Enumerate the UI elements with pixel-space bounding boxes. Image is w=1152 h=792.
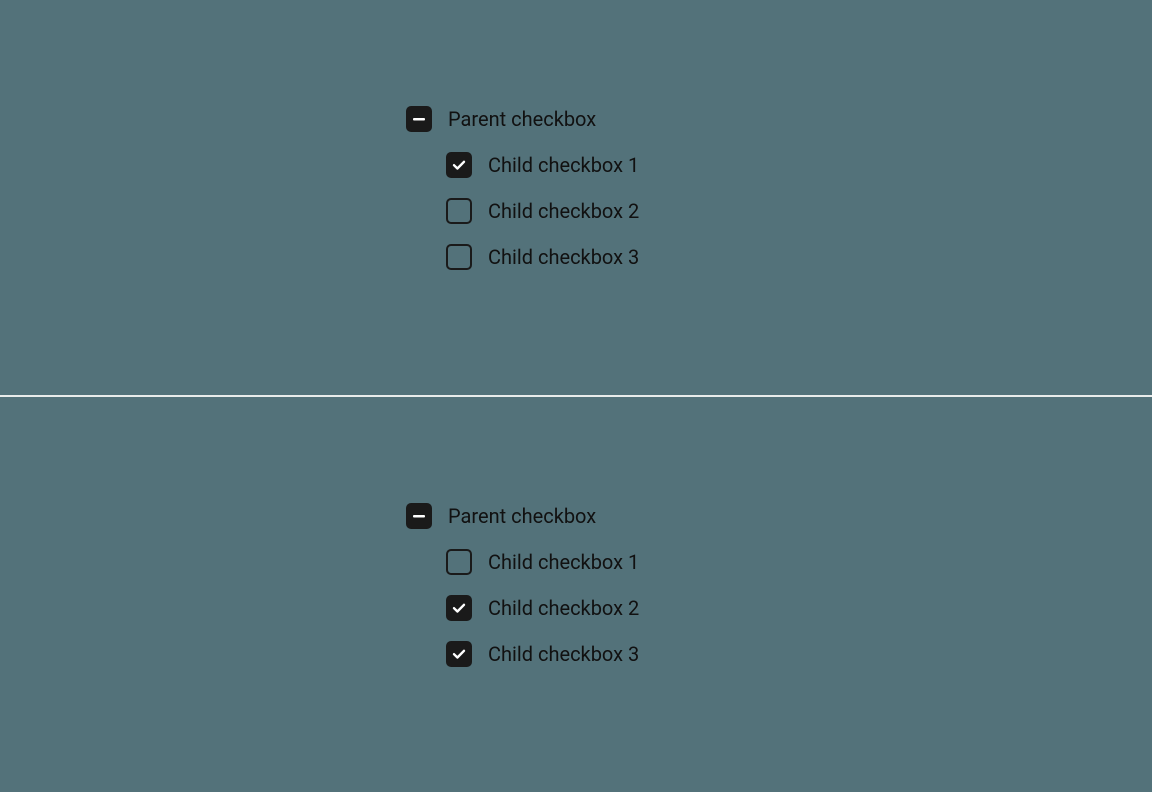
example-panel-1: Parent checkbox Child checkbox 1 Child c…	[0, 0, 1152, 395]
parent-checkbox-row: Parent checkbox	[406, 503, 639, 529]
child-checkbox-row: Child checkbox 1	[446, 549, 639, 575]
checkbox-group-1: Parent checkbox Child checkbox 1 Child c…	[406, 106, 639, 270]
parent-checkbox[interactable]	[406, 503, 432, 529]
child-checkbox-label: Child checkbox 1	[488, 552, 639, 572]
check-icon	[451, 157, 467, 173]
child-checkbox-label: Child checkbox 2	[488, 598, 639, 618]
child-checkbox-2[interactable]	[446, 595, 472, 621]
child-checkbox-1[interactable]	[446, 152, 472, 178]
parent-checkbox-label: Parent checkbox	[448, 109, 596, 129]
child-checkbox-label: Child checkbox 1	[488, 155, 639, 175]
child-checkbox-list: Child checkbox 1 Child checkbox 2 Child …	[446, 152, 639, 270]
child-checkbox-1[interactable]	[446, 549, 472, 575]
checkbox-group-2: Parent checkbox Child checkbox 1 Child c…	[406, 503, 639, 667]
child-checkbox-row: Child checkbox 3	[446, 641, 639, 667]
child-checkbox-2[interactable]	[446, 198, 472, 224]
check-icon	[451, 600, 467, 616]
example-panel-2: Parent checkbox Child checkbox 1 Child c…	[0, 397, 1152, 792]
child-checkbox-row: Child checkbox 1	[446, 152, 639, 178]
check-icon	[451, 646, 467, 662]
child-checkbox-row: Child checkbox 2	[446, 198, 639, 224]
child-checkbox-3[interactable]	[446, 641, 472, 667]
child-checkbox-row: Child checkbox 3	[446, 244, 639, 270]
child-checkbox-row: Child checkbox 2	[446, 595, 639, 621]
parent-checkbox-label: Parent checkbox	[448, 506, 596, 526]
minus-icon	[412, 509, 426, 523]
child-checkbox-label: Child checkbox 3	[488, 644, 639, 664]
parent-checkbox[interactable]	[406, 106, 432, 132]
child-checkbox-label: Child checkbox 3	[488, 247, 639, 267]
parent-checkbox-row: Parent checkbox	[406, 106, 639, 132]
child-checkbox-list: Child checkbox 1 Child checkbox 2 Child …	[446, 549, 639, 667]
child-checkbox-label: Child checkbox 2	[488, 201, 639, 221]
child-checkbox-3[interactable]	[446, 244, 472, 270]
minus-icon	[412, 112, 426, 126]
